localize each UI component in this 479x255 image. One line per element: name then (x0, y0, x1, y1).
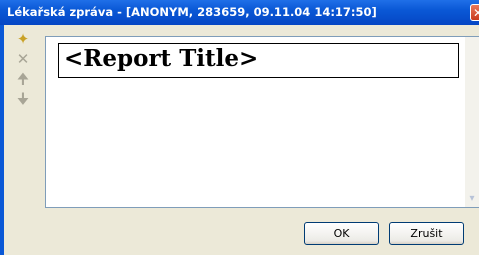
move-up-icon: 🠉 (16, 70, 30, 88)
title-bar[interactable]: Lékařská zpráva - [ANONYM, 283659, 09.11… (0, 0, 479, 25)
move-down-icon: 🠋 (16, 90, 30, 108)
vertical-scrollbar[interactable]: ▾ (465, 37, 479, 207)
new-item-button[interactable]: ✦ (12, 29, 34, 49)
side-toolbar: ✦ ✕ 🠉 🠋 (4, 25, 42, 215)
delete-icon: ✕ (16, 50, 30, 68)
move-up-button[interactable]: 🠉 (12, 69, 34, 89)
scroll-down-icon[interactable]: ▾ (465, 190, 479, 207)
window-title: Lékařská zpráva - [ANONYM, 283659, 09.11… (7, 5, 377, 19)
delete-button[interactable]: ✕ (12, 49, 34, 69)
report-title-box[interactable]: <Report Title> (58, 43, 459, 78)
move-down-button[interactable]: 🠋 (12, 89, 34, 109)
close-button[interactable]: ✕ (470, 4, 479, 21)
cancel-button[interactable]: Zrušit (389, 222, 464, 245)
close-icon: ✕ (472, 6, 479, 20)
new-item-icon: ✦ (16, 30, 30, 48)
report-title: <Report Title> (64, 45, 259, 72)
ok-button[interactable]: OK (304, 222, 379, 245)
